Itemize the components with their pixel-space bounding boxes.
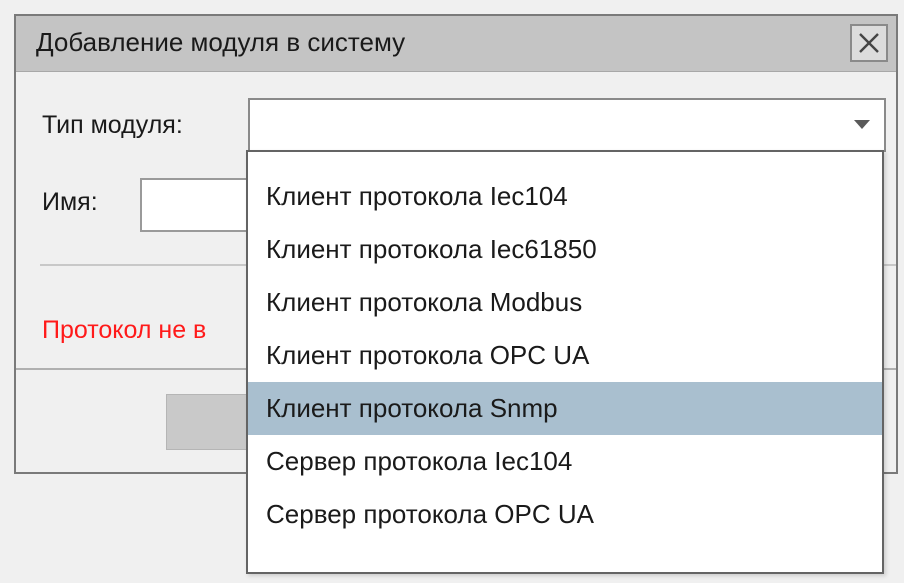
screen: Добавление модуля в систему Тип модуля: …	[0, 0, 904, 583]
dialog-title: Добавление модуля в систему	[36, 27, 406, 57]
module-type-label: Тип модуля:	[42, 111, 183, 139]
close-button[interactable]	[850, 24, 888, 62]
dialog-titlebar[interactable]: Добавление модуля в систему	[16, 16, 896, 72]
dropdown-item[interactable]: Клиент протокола Modbus	[248, 276, 882, 329]
module-type-combobox[interactable]	[248, 98, 886, 152]
dropdown-item[interactable]: Клиент протокола OPC UA	[248, 329, 882, 382]
chevron-down-icon[interactable]	[854, 120, 870, 129]
dropdown-item[interactable]: Клиент протокола Snmp	[248, 382, 882, 435]
dropdown-item[interactable]: Клиент протокола Iec104	[248, 170, 882, 223]
close-icon	[859, 33, 879, 53]
error-message: Протокол не в	[42, 316, 207, 344]
module-type-dropdown-list: Клиент протокола Iec104 Клиент протокола …	[246, 150, 884, 574]
dropdown-item[interactable]: Сервер протокола Iec104	[248, 435, 882, 488]
name-label: Имя:	[42, 188, 98, 216]
dropdown-item[interactable]: Сервер протокола OPC UA	[248, 488, 882, 541]
dropdown-item[interactable]: Клиент протокола Iec61850	[248, 223, 882, 276]
